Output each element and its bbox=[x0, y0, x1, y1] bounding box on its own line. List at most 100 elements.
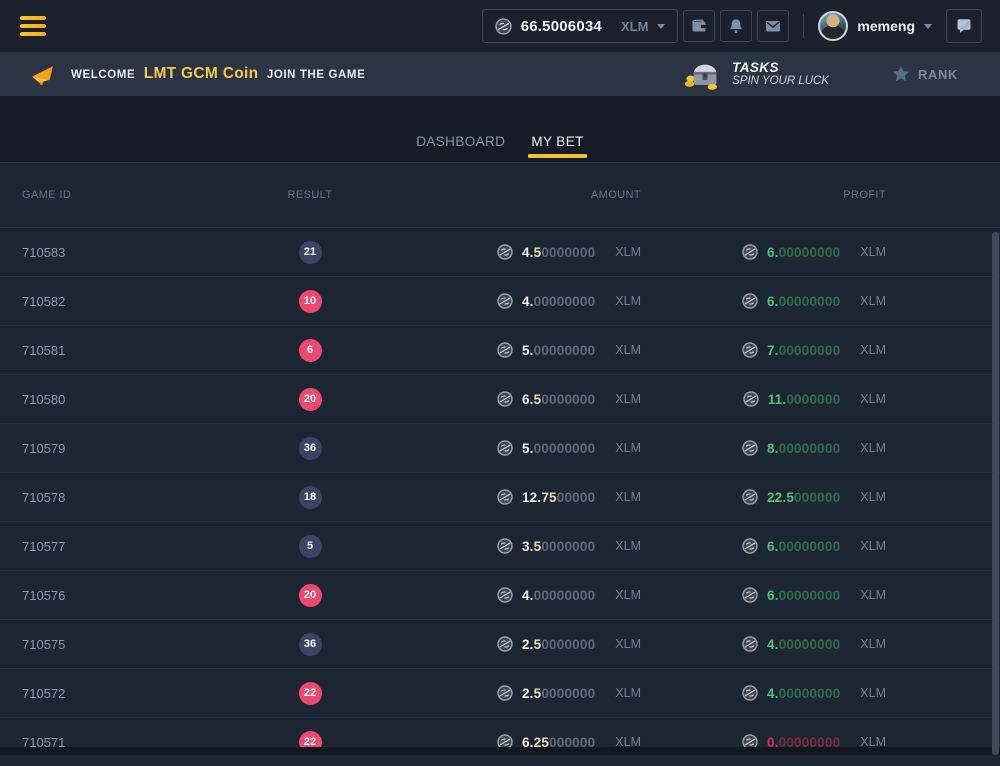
coin-name: LMT GCM Coin bbox=[144, 65, 259, 82]
topbar: 66.5006034 XLM memeng bbox=[0, 0, 1000, 52]
amount-value: 2.50000000 bbox=[522, 686, 595, 701]
game-id: 710576 bbox=[22, 588, 65, 603]
game-id: 710582 bbox=[22, 294, 65, 309]
table-row: 710572 22 2.50000000 XLM 4.00000000 XLM bbox=[0, 668, 1000, 717]
currency-label: XLM bbox=[615, 686, 641, 700]
amount-value: 3.50000000 bbox=[522, 539, 595, 554]
currency-label: XLM bbox=[860, 539, 886, 553]
amount-cell: 5.00000000 XLM bbox=[390, 342, 645, 358]
result-badge: 36 bbox=[299, 437, 322, 460]
welcome-prefix: WELCOME bbox=[71, 69, 135, 81]
result-badge: 18 bbox=[299, 486, 322, 509]
amount-cell: 5.00000000 XLM bbox=[390, 440, 645, 456]
table-body: 710583 21 4.50000000 XLM 6.00000000 XLM … bbox=[0, 227, 1000, 766]
currency-label: XLM bbox=[860, 441, 886, 455]
table-row: 710583 21 4.50000000 XLM 6.00000000 XLM bbox=[0, 227, 1000, 276]
amount-cell: 2.50000000 XLM bbox=[390, 685, 645, 701]
user-menu[interactable]: memeng bbox=[818, 11, 932, 41]
stellar-coin-icon bbox=[497, 244, 513, 260]
balance-selector[interactable]: 66.5006034 XLM bbox=[482, 9, 679, 43]
game-id: 710579 bbox=[22, 441, 65, 456]
username: memeng bbox=[857, 18, 915, 34]
stellar-coin-icon bbox=[497, 342, 513, 358]
amount-value: 2.50000000 bbox=[522, 637, 595, 652]
profit-value: 11.0000000 bbox=[768, 392, 841, 407]
game-id-cell: 710576 bbox=[0, 588, 230, 603]
chat-bubble-icon bbox=[954, 16, 974, 36]
table-row: 710582 10 4.00000000 XLM 6.00000000 XLM bbox=[0, 276, 1000, 325]
stellar-coin-icon bbox=[497, 391, 513, 407]
amount-value: 4.00000000 bbox=[522, 588, 595, 603]
stellar-coin-icon bbox=[495, 18, 512, 35]
stellar-coin-icon bbox=[497, 538, 513, 554]
menu-button[interactable] bbox=[20, 16, 46, 36]
game-id: 710577 bbox=[22, 539, 65, 554]
notifications-button[interactable] bbox=[720, 10, 752, 42]
wallet-icon bbox=[690, 17, 708, 35]
chevron-down-icon bbox=[924, 24, 932, 29]
amount-cell: 12.7500000 XLM bbox=[390, 489, 645, 505]
messages-button[interactable] bbox=[757, 10, 789, 42]
tab-dashboard[interactable]: DASHBOARD bbox=[414, 134, 507, 162]
game-id-cell: 710575 bbox=[0, 637, 230, 652]
stellar-coin-icon bbox=[742, 489, 758, 505]
amount-cell: 2.50000000 XLM bbox=[390, 636, 645, 652]
table-row: 710578 18 12.7500000 XLM 22.5000000 XLM bbox=[0, 472, 1000, 521]
result-cell: 5 bbox=[230, 535, 390, 558]
rank-link[interactable]: RANK bbox=[891, 64, 958, 84]
balance-value: 66.5006034 bbox=[521, 18, 602, 35]
stellar-coin-icon bbox=[742, 587, 758, 603]
banner-right: TASKS SPIN YOUR LUCK RANK bbox=[684, 59, 958, 90]
topbar-right: 66.5006034 XLM memeng bbox=[482, 9, 982, 43]
rank-label: RANK bbox=[918, 67, 958, 82]
bell-icon bbox=[727, 17, 745, 35]
amount-value: 12.7500000 bbox=[522, 490, 595, 505]
chat-button[interactable] bbox=[946, 9, 982, 43]
currency-label: XLM bbox=[860, 588, 886, 602]
header-result: RESULT bbox=[230, 189, 390, 201]
announcement-banner: WELCOME LMT GCM Coin JOIN THE GAME TASKS… bbox=[0, 52, 1000, 96]
header-game-id: GAME ID bbox=[0, 189, 230, 201]
table-row: 710575 36 2.50000000 XLM 4.00000000 XLM bbox=[0, 619, 1000, 668]
currency-label: XLM bbox=[615, 343, 641, 357]
table-row: 710579 36 5.00000000 XLM 8.00000000 XLM bbox=[0, 423, 1000, 472]
stellar-coin-icon bbox=[743, 391, 759, 407]
profit-cell: 6.00000000 XLM bbox=[645, 293, 890, 309]
megaphone-icon bbox=[30, 63, 57, 86]
table-row: 710580 20 6.50000000 XLM 11.0000000 XLM bbox=[0, 374, 1000, 423]
footer-strip bbox=[0, 747, 1000, 755]
game-id-cell: 710583 bbox=[0, 245, 230, 260]
tasks-title: TASKS bbox=[732, 60, 829, 76]
stellar-coin-icon bbox=[742, 293, 758, 309]
profit-value: 4.00000000 bbox=[767, 686, 840, 701]
header-profit: PROFIT bbox=[645, 189, 890, 201]
currency-label: XLM bbox=[615, 539, 641, 553]
stellar-coin-icon bbox=[742, 440, 758, 456]
table-row: 710581 6 5.00000000 XLM 7.00000000 XLM bbox=[0, 325, 1000, 374]
scrollbar-thumb[interactable] bbox=[992, 232, 999, 755]
game-id-cell: 710582 bbox=[0, 294, 230, 309]
result-cell: 20 bbox=[230, 584, 390, 607]
result-cell: 22 bbox=[230, 682, 390, 705]
tasks-link[interactable]: TASKS SPIN YOUR LUCK bbox=[684, 59, 829, 90]
stellar-coin-icon bbox=[742, 636, 758, 652]
profit-cell: 6.00000000 XLM bbox=[645, 538, 890, 554]
profit-value: 6.00000000 bbox=[767, 588, 840, 603]
game-id-cell: 710581 bbox=[0, 343, 230, 358]
currency-label: XLM bbox=[860, 343, 886, 357]
balance-currency: XLM bbox=[621, 19, 648, 34]
result-badge: 10 bbox=[299, 290, 322, 313]
stellar-coin-icon bbox=[497, 587, 513, 603]
result-cell: 18 bbox=[230, 486, 390, 509]
profit-value: 6.00000000 bbox=[767, 539, 840, 554]
treasure-chest-icon bbox=[684, 59, 722, 90]
result-cell: 21 bbox=[230, 241, 390, 264]
game-id-cell: 710579 bbox=[0, 441, 230, 456]
amount-cell: 4.50000000 XLM bbox=[390, 244, 645, 260]
stellar-coin-icon bbox=[742, 685, 758, 701]
result-badge: 5 bbox=[299, 535, 322, 558]
tab-my-bet[interactable]: MY BET bbox=[529, 134, 585, 162]
stellar-coin-icon bbox=[497, 293, 513, 309]
currency-label: XLM bbox=[860, 637, 886, 651]
wallet-button[interactable] bbox=[683, 10, 715, 42]
